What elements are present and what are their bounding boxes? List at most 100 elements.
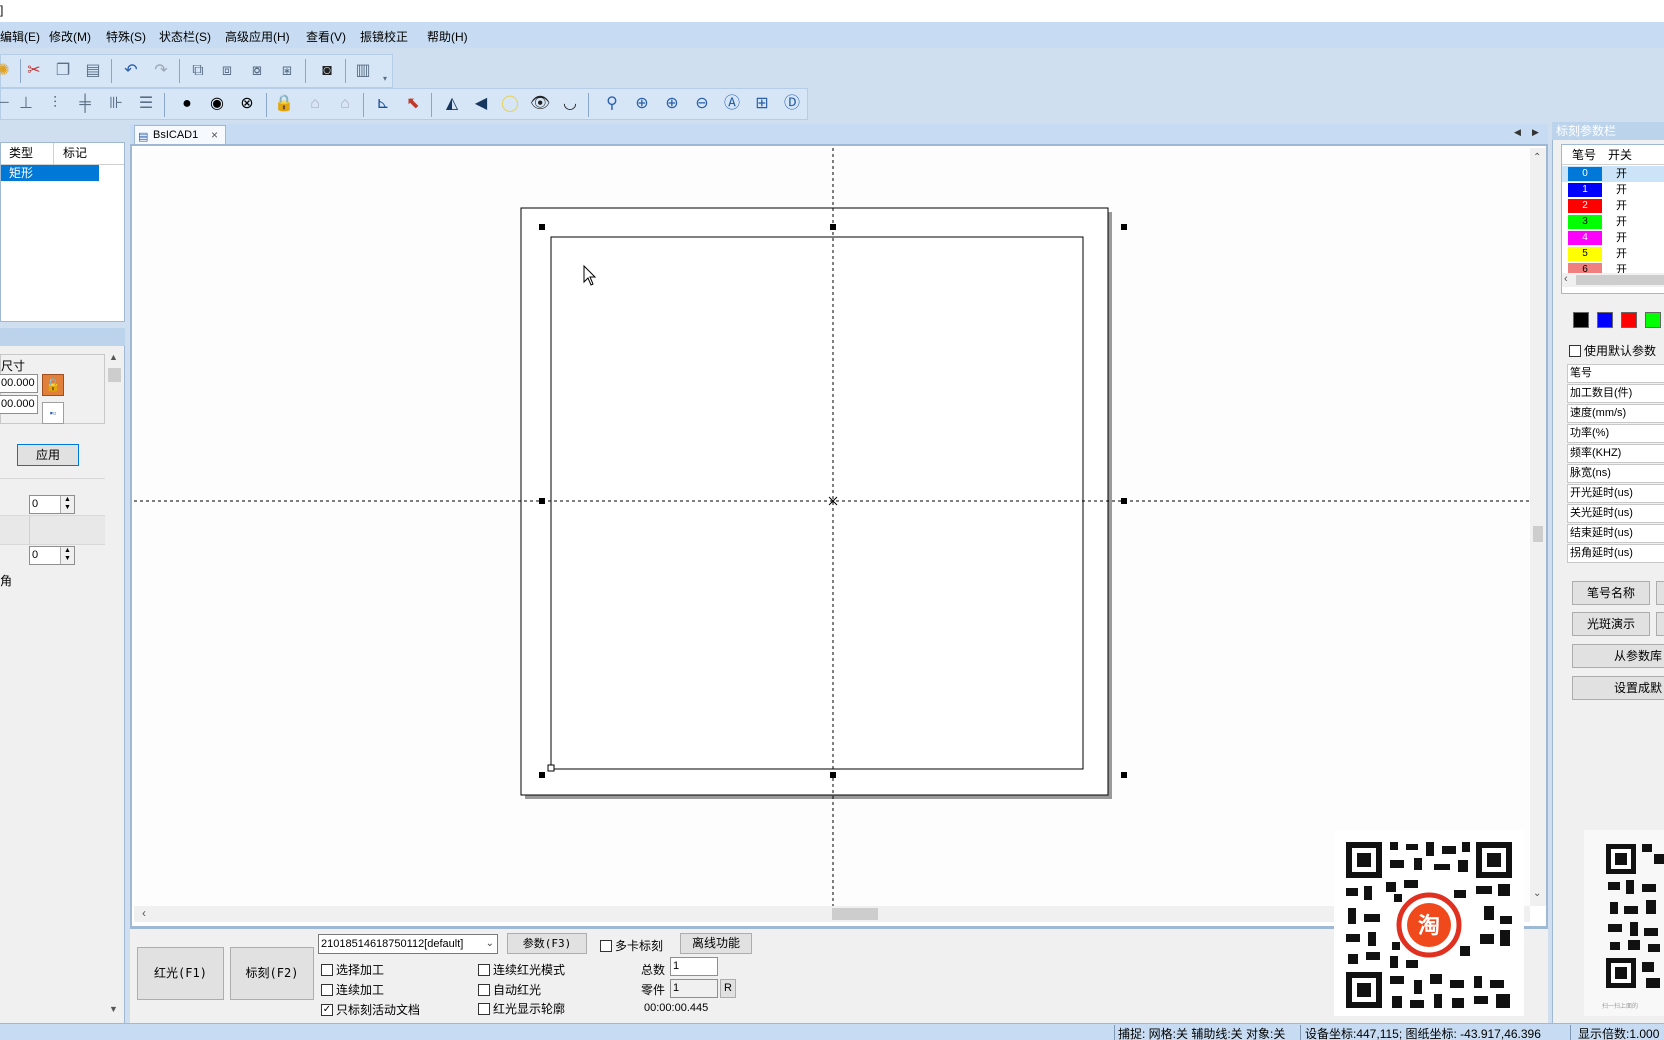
color-swatch-green[interactable] bbox=[1645, 312, 1661, 328]
menu-modify[interactable]: 修改(M) bbox=[49, 28, 91, 45]
camera-icon[interactable]: ◙ bbox=[317, 61, 337, 81]
toolbar-overflow-icon[interactable]: ▾ bbox=[379, 73, 391, 85]
color-swatch-blue[interactable] bbox=[1597, 312, 1613, 328]
reset-button[interactable]: R bbox=[720, 979, 736, 998]
pen-switch[interactable]: 开 bbox=[1616, 182, 1627, 198]
pen-row-4[interactable]: 4 开 D bbox=[1562, 230, 1664, 246]
mirror-horizontal-icon[interactable]: ◭ bbox=[442, 94, 462, 114]
eye-icon[interactable]: 👁 bbox=[530, 94, 550, 114]
zoom-pan-icon[interactable]: ⊕ bbox=[632, 94, 652, 114]
properties-scrollbar[interactable]: ▲ ▼ bbox=[107, 350, 123, 1018]
canvas-vertical-scrollbar[interactable]: ⌃ ⌄ bbox=[1530, 148, 1546, 906]
start-mark-icon[interactable]: ● bbox=[177, 94, 197, 114]
spot-demo-button[interactable]: 光斑演示 bbox=[1572, 612, 1650, 636]
align-bottom-icon[interactable]: ⊥ bbox=[16, 94, 36, 114]
red-outline-checkbox[interactable]: 红光显示轮廓 bbox=[478, 1000, 565, 1017]
circle-icon[interactable]: ◯ bbox=[500, 94, 520, 114]
axis-icon[interactable]: ⊾ bbox=[373, 94, 393, 114]
apply-button[interactable]: 应用 bbox=[17, 444, 79, 466]
group-icon[interactable]: ⧉ bbox=[188, 61, 208, 81]
zoom-in-icon[interactable]: ⊕ bbox=[662, 94, 682, 114]
red-light-button[interactable]: 红光(F1) bbox=[137, 947, 224, 1000]
cut-icon[interactable]: ✂ bbox=[24, 61, 44, 81]
ungroup-icon[interactable]: ⧈ bbox=[217, 61, 237, 81]
pen-switch[interactable]: 开 bbox=[1616, 246, 1627, 262]
menu-statusbar[interactable]: 状态栏(S) bbox=[159, 28, 211, 45]
break-icon[interactable]: ⧆ bbox=[277, 61, 297, 81]
lock-ratio-icon[interactable]: 🔓 bbox=[42, 374, 64, 396]
pause-mark-icon[interactable]: ◉ bbox=[207, 94, 227, 114]
drawing-canvas[interactable] bbox=[134, 148, 1530, 906]
zoom-icon[interactable]: ⚲ bbox=[602, 94, 622, 114]
zoom-out-icon[interactable]: ⊖ bbox=[692, 94, 712, 114]
spin-arrows-icon[interactable]: ▲ ▼ bbox=[60, 547, 74, 564]
paste-icon[interactable]: ▤ bbox=[83, 61, 103, 81]
set-default-button[interactable]: 设置成默 bbox=[1572, 676, 1664, 700]
width-field[interactable]: 00.000 bbox=[0, 374, 38, 393]
color-swatch-red[interactable] bbox=[1621, 312, 1637, 328]
menu-galvo-calibration[interactable]: 振镜校正 bbox=[360, 28, 408, 45]
zoom-all-icon[interactable]: Ⓐ bbox=[722, 94, 742, 114]
pen-name-button[interactable]: 笔号名称 bbox=[1572, 581, 1650, 605]
distribute-vertical-icon[interactable]: ⫶ bbox=[45, 94, 65, 114]
continuous-red-checkbox[interactable]: 连续红光模式 bbox=[478, 961, 565, 978]
scroll-up-icon[interactable]: ⌃ bbox=[1533, 152, 1541, 163]
tab-scroll-left-icon[interactable]: ◀ bbox=[1514, 127, 1521, 138]
distribute-horizontal-icon[interactable]: ⊪ bbox=[106, 94, 126, 114]
object-list-item[interactable]: 矩形 bbox=[1, 165, 99, 181]
unlock-icon[interactable]: ⌂ bbox=[305, 94, 325, 114]
zoom-page-icon[interactable]: Ⓓ bbox=[782, 94, 802, 114]
pen-row-3[interactable]: 3 开 D bbox=[1562, 214, 1664, 230]
multi-card-checkbox[interactable]: 多卡标刻 bbox=[600, 937, 663, 954]
pen-switch[interactable]: 开 bbox=[1616, 214, 1627, 230]
use-default-checkbox[interactable]: 使用默认参数 bbox=[1569, 342, 1656, 359]
pen-row-5[interactable]: 5 开 D bbox=[1562, 246, 1664, 262]
align-left-icon[interactable]: ⊢ bbox=[0, 94, 13, 114]
tab-scroll-right-icon[interactable]: ▶ bbox=[1532, 127, 1539, 138]
menu-view[interactable]: 查看(V) bbox=[306, 28, 346, 45]
same-size-icon[interactable]: ☰ bbox=[136, 94, 156, 114]
extra-button[interactable] bbox=[1656, 581, 1664, 605]
center-vertical-icon[interactable]: ╪ bbox=[75, 94, 95, 114]
pen-row-2[interactable]: 2 开 D bbox=[1562, 198, 1664, 214]
params-button[interactable]: 参数(F3) bbox=[507, 933, 587, 954]
color-swatch-black[interactable] bbox=[1573, 312, 1589, 328]
stop-mark-icon[interactable]: ⊗ bbox=[237, 94, 257, 114]
anchor-grid-icon[interactable]: ▪▫ bbox=[42, 402, 64, 424]
only-active-doc-checkbox[interactable]: ✓ 只标刻活动文档 bbox=[321, 1001, 420, 1018]
spin-arrows-icon[interactable]: ▲ ▼ bbox=[60, 496, 74, 513]
scroll-down-icon[interactable]: ▼ bbox=[109, 1004, 118, 1014]
select-process-checkbox[interactable]: 选择加工 bbox=[321, 961, 384, 978]
zoom-selected-icon[interactable]: ⊞ bbox=[752, 94, 772, 114]
from-library-button[interactable]: 从参数库 bbox=[1572, 644, 1664, 668]
mark-button[interactable]: 标刻(F2) bbox=[230, 947, 314, 1000]
unlock-all-icon[interactable]: ⌂ bbox=[335, 94, 355, 114]
extra-button[interactable] bbox=[1656, 612, 1664, 636]
eye-closed-icon[interactable]: ◡ bbox=[560, 94, 580, 114]
height-field[interactable]: 00.000 bbox=[0, 395, 38, 414]
menu-help[interactable]: 帮助(H) bbox=[427, 28, 468, 45]
copy-icon[interactable]: ❐ bbox=[53, 61, 73, 81]
pen-row-1[interactable]: 1 开 D bbox=[1562, 182, 1664, 198]
pen-table-hscroll[interactable]: ‹ bbox=[1562, 273, 1664, 287]
menu-advanced[interactable]: 高级应用(H) bbox=[225, 28, 290, 45]
undo-icon[interactable]: ↶ bbox=[121, 61, 141, 81]
pen-row-0[interactable]: 0 开 D bbox=[1562, 166, 1664, 182]
scroll-left-icon[interactable]: ‹ bbox=[1564, 273, 1568, 285]
select-arrow-icon[interactable]: ⬉ bbox=[403, 94, 423, 114]
mirror-vertical-icon[interactable]: ◀ bbox=[471, 94, 491, 114]
pen-switch[interactable]: 开 bbox=[1616, 198, 1627, 214]
sun-icon[interactable]: ✺ bbox=[0, 61, 13, 81]
scroll-left-icon[interactable]: ‹ bbox=[142, 906, 146, 920]
tab-document[interactable]: ▤ BsICAD1 × bbox=[134, 125, 226, 144]
tab-close-icon[interactable]: × bbox=[211, 126, 218, 144]
device-select[interactable]: 21018514618750112[default] ⌄ bbox=[318, 934, 498, 954]
combine-icon[interactable]: ⧇ bbox=[247, 61, 267, 81]
pen-switch[interactable]: 开 bbox=[1616, 166, 1627, 182]
redo-icon[interactable]: ↷ bbox=[151, 61, 171, 81]
lock-icon[interactable]: 🔒 bbox=[274, 94, 294, 114]
auto-red-checkbox[interactable]: 自动红光 bbox=[478, 981, 541, 998]
printer-icon[interactable]: ▥ bbox=[353, 61, 373, 81]
continuous-process-checkbox[interactable]: 连续加工 bbox=[321, 981, 384, 998]
scroll-down-icon[interactable]: ⌄ bbox=[1533, 888, 1541, 899]
